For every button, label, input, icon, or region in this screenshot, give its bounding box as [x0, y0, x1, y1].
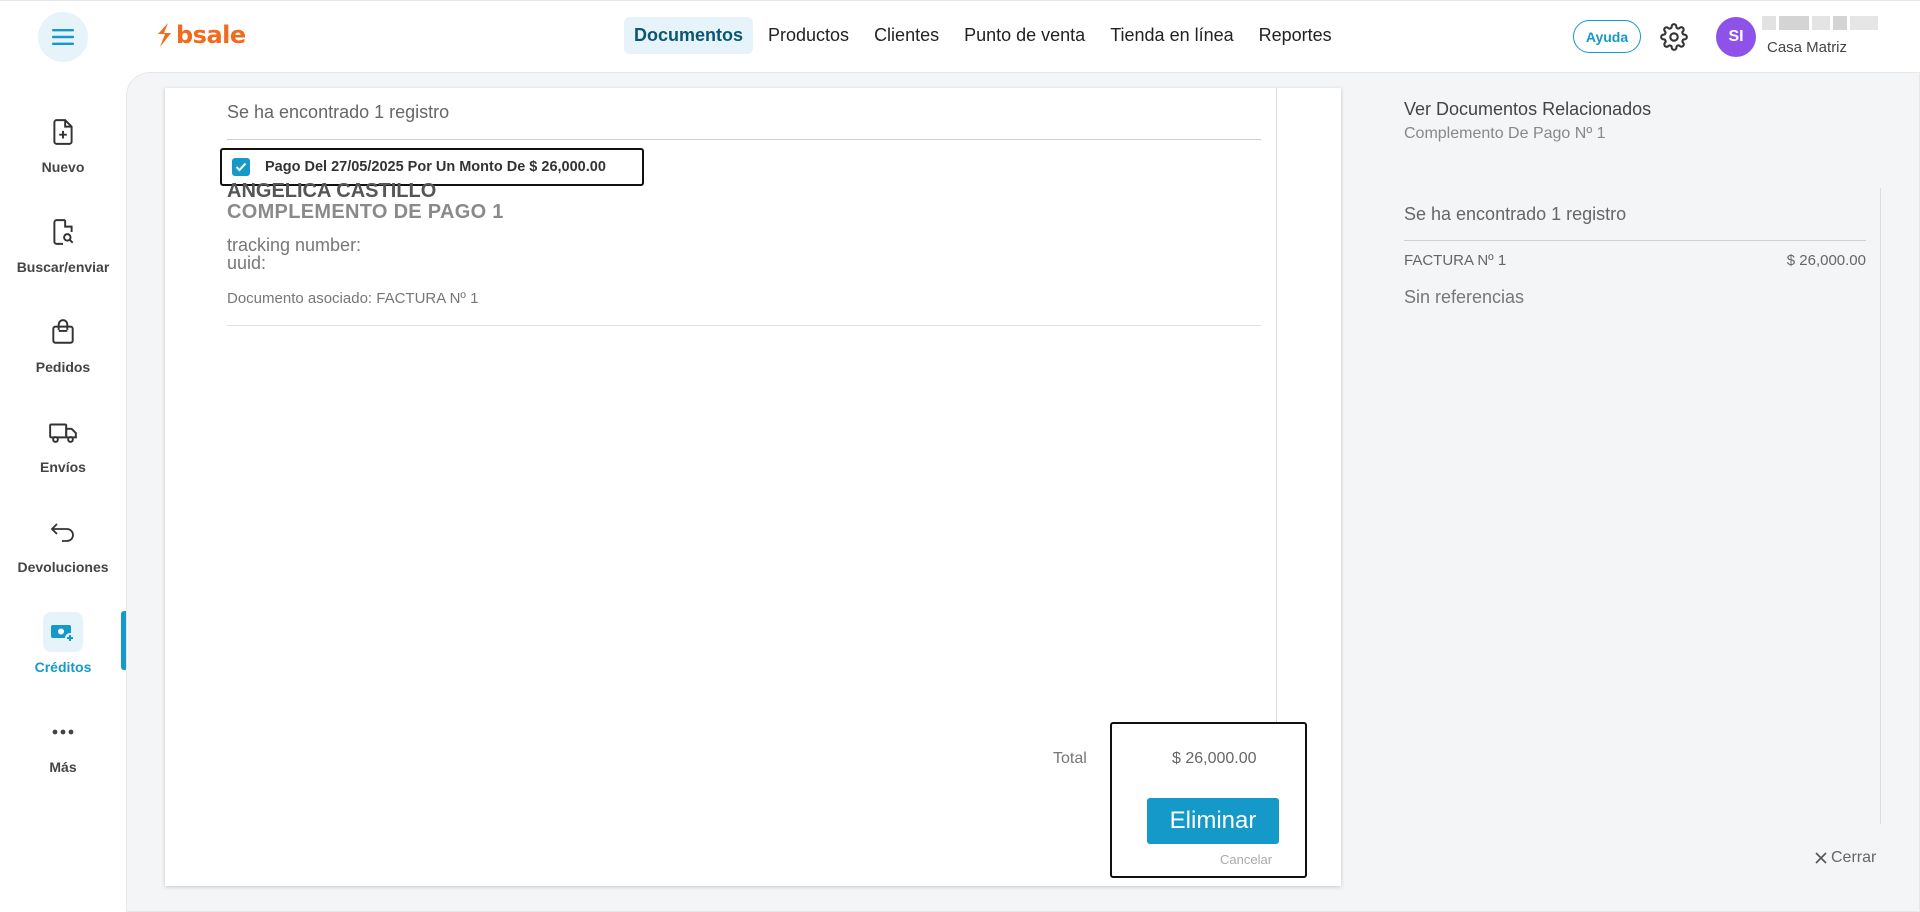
user-avatar[interactable]: SI — [1716, 17, 1756, 57]
divider — [1404, 240, 1866, 241]
nav-documentos[interactable]: Documentos — [624, 17, 754, 54]
payment-label: Pago Del 27/05/2025 Por Un Monto De $ 26… — [265, 159, 606, 175]
truck-icon — [49, 423, 77, 443]
close-label: Cerrar — [1831, 849, 1877, 866]
sidebar-item-creditos[interactable]: Créditos — [0, 612, 126, 692]
no-references-text: Sin referencias — [1404, 287, 1525, 307]
hamburger-menu-button[interactable] — [38, 12, 88, 62]
sidebar-item-envios[interactable]: Envíos — [0, 412, 126, 492]
sidebar-item-label: Nuevo — [41, 159, 85, 175]
reference-row[interactable]: FACTURA Nº 1 $ 26,000.00 — [1404, 252, 1866, 269]
related-records-found: Se ha encontrado 1 registro — [1404, 204, 1627, 224]
related-documents-title: Ver Documentos Relacionados — [1404, 99, 1652, 119]
nav-tienda-en-linea[interactable]: Tienda en línea — [1100, 17, 1243, 54]
more-dots-icon — [52, 729, 74, 735]
nav-reportes[interactable]: Reportes — [1249, 17, 1342, 54]
uuid-label: uuid: — [227, 253, 267, 273]
total-label: Total — [1053, 750, 1087, 767]
return-arrow-icon — [50, 523, 74, 542]
help-button[interactable]: Ayuda — [1573, 20, 1641, 53]
client-name: ANGELICA CASTILLO — [227, 180, 437, 202]
gear-icon — [1660, 23, 1688, 51]
sidebar-item-label: Devoluciones — [17, 559, 109, 575]
associated-document: Documento asociado: FACTURA Nº 1 — [227, 290, 479, 307]
tracking-number-label: tracking number: — [227, 235, 362, 255]
related-documents-subtitle: Complemento De Pago Nº 1 — [1404, 125, 1606, 142]
document-title: COMPLEMENTO DE PAGO 1 — [227, 201, 504, 223]
user-name-redacted — [1762, 16, 1882, 32]
sidebar-item-label: Más — [49, 759, 77, 775]
sidebar-item-label: Envíos — [40, 459, 86, 475]
sidebar-item-nuevo[interactable]: Nuevo — [0, 112, 126, 192]
close-icon — [1815, 852, 1827, 864]
sidebar-item-label: Pedidos — [35, 359, 91, 375]
sidebar-item-label: Créditos — [34, 659, 92, 675]
shopping-bag-icon — [52, 319, 74, 344]
file-search-icon — [53, 219, 74, 245]
divider — [227, 325, 1261, 326]
brand-logo[interactable]: bsale — [154, 21, 246, 49]
money-add-icon — [51, 625, 75, 643]
sidebar-item-label: Buscar/enviar — [16, 259, 110, 275]
main-nav: Documentos Productos Clientes Punto de v… — [624, 17, 1347, 54]
file-plus-icon — [53, 119, 73, 145]
hamburger-icon — [52, 29, 74, 45]
sidebar: Nuevo Buscar/enviar Pedidos Envíos Devol… — [0, 72, 126, 912]
records-found-heading: Se ha encontrado 1 registro — [227, 102, 450, 122]
payment-checkbox[interactable] — [232, 158, 250, 176]
branch-name: Casa Matriz — [1767, 39, 1848, 56]
sidebar-item-pedidos[interactable]: Pedidos — [0, 312, 126, 392]
top-bar: bsale Documentos Productos Clientes Punt… — [0, 0, 1920, 72]
reference-amount: $ 26,000.00 — [1786, 252, 1866, 269]
delete-button[interactable]: Eliminar — [1147, 798, 1279, 844]
nav-clientes[interactable]: Clientes — [864, 17, 949, 54]
nav-productos[interactable]: Productos — [758, 17, 859, 54]
brand-wordmark: bsale — [176, 21, 246, 49]
bsale-logo-icon — [158, 23, 171, 47]
sidebar-item-mas[interactable]: Más — [0, 712, 126, 792]
divider — [227, 139, 1261, 140]
close-button[interactable]: Cerrar — [1815, 849, 1876, 867]
nav-punto-de-venta[interactable]: Punto de venta — [954, 17, 1095, 54]
sidebar-item-devoluciones[interactable]: Devoluciones — [0, 512, 126, 592]
checkmark-icon — [235, 162, 247, 172]
cancel-link[interactable]: Cancelar — [1220, 852, 1272, 867]
panel-divider — [1880, 188, 1881, 824]
total-value: $ 26,000.00 — [1172, 750, 1257, 767]
document-divider — [1276, 88, 1277, 722]
settings-button[interactable] — [1660, 23, 1688, 51]
reference-document: FACTURA Nº 1 — [1404, 252, 1507, 269]
sidebar-item-buscar-enviar[interactable]: Buscar/enviar — [0, 212, 126, 292]
